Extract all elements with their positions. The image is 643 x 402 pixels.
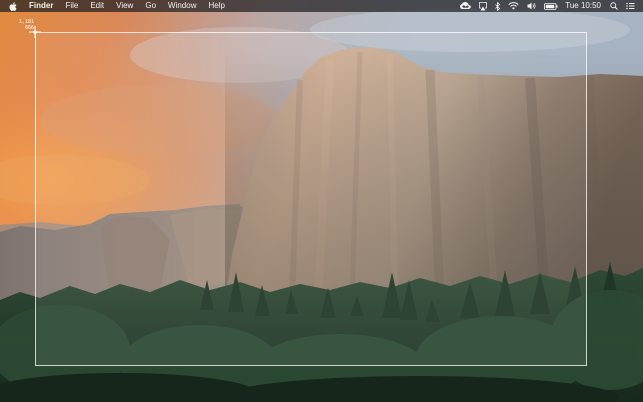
menu-help[interactable]: Help xyxy=(202,0,230,12)
apple-menu-icon[interactable] xyxy=(9,1,18,11)
bluetooth-icon[interactable] xyxy=(495,0,501,12)
screenshot-selection-rect[interactable] xyxy=(35,32,587,366)
spotlight-search-icon[interactable] xyxy=(610,0,618,12)
volume-icon[interactable] xyxy=(527,0,536,12)
menu-view[interactable]: View xyxy=(110,0,139,12)
battery-icon[interactable] xyxy=(544,0,558,12)
menu-go[interactable]: Go xyxy=(139,0,162,12)
menu-edit[interactable]: Edit xyxy=(84,0,110,12)
menu-file[interactable]: File xyxy=(59,0,84,12)
crosshair-cursor-icon xyxy=(29,26,41,38)
app-menu-finder[interactable]: Finder xyxy=(27,0,59,12)
creative-cloud-icon[interactable] xyxy=(460,0,472,12)
airplay-icon[interactable] xyxy=(479,0,488,12)
menu-bar: Finder File Edit View Go Window Help Tue… xyxy=(0,0,643,12)
menu-bar-clock[interactable]: Tue 10:50 xyxy=(565,0,601,12)
notification-center-icon[interactable] xyxy=(626,0,635,12)
menu-window[interactable]: Window xyxy=(162,0,202,12)
wifi-icon[interactable] xyxy=(508,0,519,12)
